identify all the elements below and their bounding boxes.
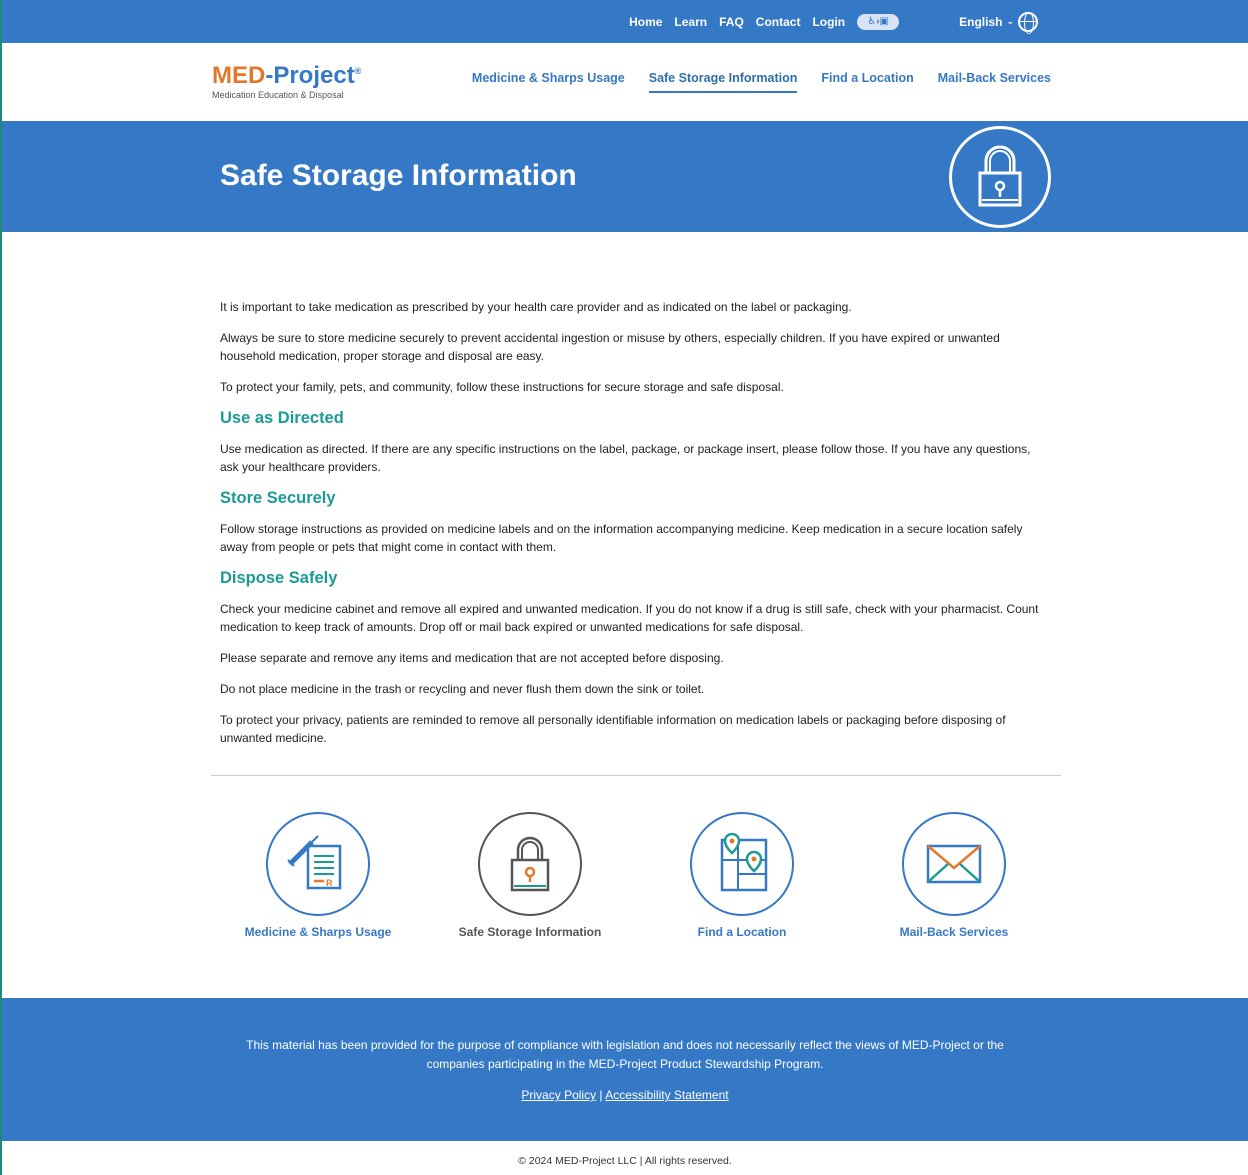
logo-wordmark: MED-Project® [212, 64, 361, 88]
top-nav-contact[interactable]: Contact [756, 15, 801, 29]
nav-find-a-location[interactable]: Find a Location [821, 71, 913, 93]
section-divider [211, 775, 1061, 776]
footer-links: Privacy Policy | Accessibility Statement [2, 1086, 1248, 1105]
nav-mail-back-services[interactable]: Mail-Back Services [938, 71, 1051, 93]
intro-paragraph: To protect your family, pets, and commun… [220, 380, 784, 394]
top-nav-faq[interactable]: FAQ [719, 15, 744, 29]
top-nav-login[interactable]: Login [812, 15, 845, 29]
language-selector[interactable]: English ⌄ [959, 11, 1038, 34]
syringe-prescription-icon: R [266, 812, 370, 916]
nav-safe-storage-information[interactable]: Safe Storage Information [648, 71, 798, 93]
site-logo[interactable]: MED-Project® Medication Education & Disp… [212, 64, 361, 101]
tile-medicine-sharps-usage[interactable]: R Medicine & Sharps Usage [212, 812, 424, 939]
main-nav: Medicine & Sharps Usage Safe Storage Inf… [472, 71, 1051, 93]
map-pin-icon [690, 812, 794, 916]
globe-icon [1018, 11, 1038, 34]
section-paragraph: Do not place medicine in the trash or re… [220, 682, 705, 696]
site-header: MED-Project® Medication Education & Disp… [2, 43, 1248, 121]
top-nav-home[interactable]: Home [629, 15, 662, 29]
tile-label: Mail-Back Services [899, 925, 1009, 939]
main-content: It is important to take medication as pr… [2, 232, 1248, 747]
footer-disclaimer: This material has been provided for the … [246, 1038, 1004, 1071]
heading-use-as-directed: Use as Directed [220, 409, 344, 427]
tile-label: Medicine & Sharps Usage [244, 925, 392, 939]
site-footer: This material has been provided for the … [2, 998, 1248, 1141]
logo-project: -Project [265, 62, 355, 89]
tile-label: Safe Storage Information [458, 925, 602, 939]
feature-tiles: R Medicine & Sharps Usage Safe Storage I… [2, 812, 1248, 939]
tile-label: Find a Location [697, 925, 787, 939]
tile-find-a-location[interactable]: Find a Location [636, 812, 848, 939]
privacy-policy-link[interactable]: Privacy Policy [521, 1088, 596, 1102]
intro-paragraph: It is important to take medication as pr… [220, 300, 852, 314]
heading-dispose-safely: Dispose Safely [220, 569, 338, 587]
hero-banner: Safe Storage Information [2, 121, 1248, 232]
page-title: Safe Storage Information [220, 159, 577, 192]
top-nav-learn[interactable]: Learn [674, 15, 707, 29]
copyright-notice: © 2024 MED-Project LLC | All rights rese… [518, 1155, 732, 1167]
language-label: English [959, 14, 1003, 29]
section-paragraph: Check your medicine cabinet and remove a… [220, 602, 1039, 634]
logo-subtitle: Medication Education & Disposal [212, 90, 344, 100]
top-nav: Home Learn FAQ Contact Login ♿›▣ [629, 13, 900, 30]
logo-med: MED [212, 62, 266, 89]
envelope-icon [902, 812, 1006, 916]
accessibility-statement-link[interactable]: Accessibility Statement [605, 1088, 728, 1102]
intro-paragraph: Always be sure to store medicine securel… [220, 331, 1000, 363]
accessibility-toggle[interactable]: ♿›▣ [857, 13, 900, 30]
tile-mail-back-services[interactable]: Mail-Back Services [848, 812, 1060, 939]
section-paragraph: Follow storage instructions as provided … [220, 522, 1023, 554]
heading-store-securely: Store Securely [220, 489, 336, 507]
section-paragraph: To protect your privacy, patients are re… [220, 713, 1006, 745]
section-paragraph: Use medication as directed. If there are… [220, 442, 1031, 474]
padlock-icon [478, 812, 582, 916]
section-paragraph: Please separate and remove any items and… [220, 651, 724, 665]
padlock-icon [949, 126, 1051, 228]
top-utility-bar: Home Learn FAQ Contact Login ♿›▣ English… [2, 0, 1248, 43]
tile-safe-storage-information[interactable]: Safe Storage Information [424, 812, 636, 939]
svg-text:R: R [326, 878, 333, 888]
nav-medicine-sharps-usage[interactable]: Medicine & Sharps Usage [472, 71, 625, 93]
chevron-down-icon: ⌄ [1006, 16, 1014, 26]
page: Home Learn FAQ Contact Login ♿›▣ English… [0, 0, 1248, 1175]
accessibility-icon: ♿›▣ [867, 16, 889, 27]
registered-mark: ® [354, 66, 362, 76]
footer-link-separator: | [599, 1088, 603, 1102]
